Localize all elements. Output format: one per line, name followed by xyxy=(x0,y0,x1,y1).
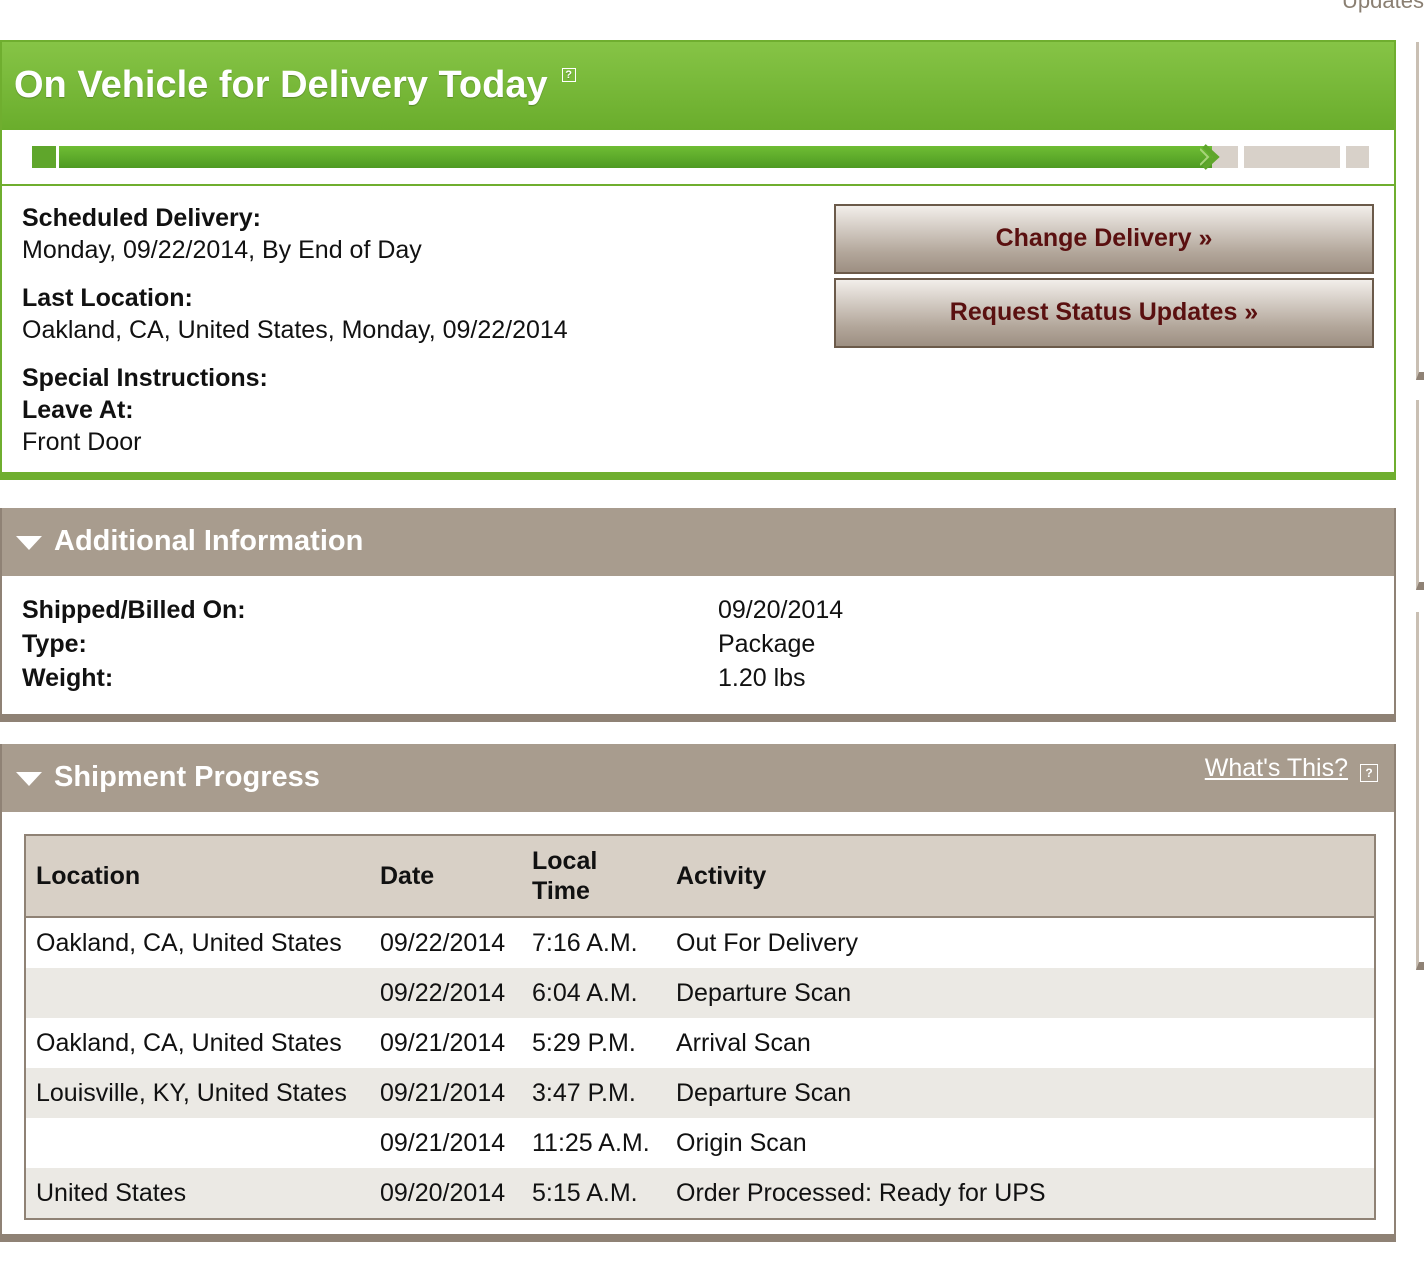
cell-location: Oakland, CA, United States xyxy=(36,928,342,957)
weight-value: 1.20 lbs xyxy=(718,664,806,692)
cell-date: 09/22/2014 xyxy=(380,928,506,957)
shipped-billed-value: 09/20/2014 xyxy=(718,596,844,624)
progress-divider xyxy=(1238,146,1244,168)
cell-time: 11:25 A.M. xyxy=(532,1128,650,1157)
request-status-updates-button[interactable]: Request Status Updates » xyxy=(834,278,1374,348)
progress-fill xyxy=(59,146,1212,168)
table-row: Oakland, CA, United States 09/21/2014 5:… xyxy=(26,1018,1374,1068)
leave-at-value: Front Door xyxy=(22,428,142,456)
collapse-triangle-icon[interactable] xyxy=(16,536,42,550)
cell-time: 3:47 P.M. xyxy=(522,1068,666,1118)
cell-activity: Departure Scan xyxy=(666,1068,1374,1118)
last-location-label: Last Location: xyxy=(22,284,193,312)
cell-time: 5:15 A.M. xyxy=(522,1168,666,1218)
table-header-row: Location Date Local Time Activity xyxy=(26,836,1374,918)
cell-date: 09/21/2014 xyxy=(380,1028,506,1057)
table-row: 09/22/2014 6:04 A.M. Departure Scan xyxy=(26,968,1374,1018)
cell-activity: Out For Delivery xyxy=(676,928,858,957)
help-icon[interactable]: ? xyxy=(1360,764,1378,782)
progress-track xyxy=(59,144,1369,170)
side-panel-edge xyxy=(1416,400,1424,590)
cell-location xyxy=(26,968,370,1018)
additional-information-header[interactable]: Additional Information xyxy=(2,508,1394,576)
column-header-date: Date xyxy=(370,836,522,918)
progress-bar xyxy=(2,130,1394,186)
side-panel-edge xyxy=(1416,42,1424,380)
help-icon[interactable]: ? xyxy=(561,68,576,82)
cell-date: 09/21/2014 xyxy=(380,1128,506,1157)
table-row: United States 09/20/2014 5:15 A.M. Order… xyxy=(26,1168,1374,1218)
cell-activity: Departure Scan xyxy=(666,968,1374,1018)
cell-activity: Order Processed: Ready for UPS xyxy=(666,1168,1374,1218)
column-header-local-time: Local Time xyxy=(522,836,666,918)
status-title: On Vehicle for Delivery Today? xyxy=(14,64,576,107)
status-title-text: On Vehicle for Delivery Today xyxy=(14,64,548,106)
progress-arrow-icon xyxy=(1199,144,1220,170)
cell-location: United States xyxy=(26,1168,370,1218)
scheduled-delivery-label: Scheduled Delivery: xyxy=(22,204,261,232)
additional-information-title: Additional Information xyxy=(54,525,364,557)
table-row: Oakland, CA, United States 09/22/2014 7:… xyxy=(26,917,1374,968)
special-instructions-label: Special Instructions: xyxy=(22,364,268,392)
cell-location: Oakland, CA, United States xyxy=(36,1028,342,1057)
cell-location xyxy=(26,1118,370,1168)
shipment-progress-table: Location Date Local Time Activity Oaklan… xyxy=(24,834,1376,1220)
local-time-header-text: Local Time xyxy=(532,847,598,905)
cell-time: 5:29 P.M. xyxy=(532,1028,636,1057)
cell-activity: Arrival Scan xyxy=(676,1028,811,1057)
scheduled-delivery-value: Monday, 09/22/2014, By End of Day xyxy=(22,236,422,264)
cell-time: 7:16 A.M. xyxy=(532,928,638,957)
status-header: On Vehicle for Delivery Today? xyxy=(2,42,1394,130)
updates-link-cut[interactable]: Updates xyxy=(1342,0,1424,14)
additional-information-panel: Additional Information Shipped/Billed On… xyxy=(0,508,1396,722)
cell-date: 09/22/2014 xyxy=(370,968,522,1018)
progress-start-segment xyxy=(32,146,56,168)
cell-date: 09/21/2014 xyxy=(370,1068,522,1118)
shipment-progress-header[interactable]: Shipment Progress What's This? ? xyxy=(2,744,1394,812)
whats-this-link[interactable]: What's This? xyxy=(1205,754,1348,783)
weight-label: Weight: xyxy=(22,664,114,692)
table-row: Louisville, KY, United States 09/21/2014… xyxy=(26,1068,1374,1118)
progress-divider xyxy=(1340,146,1346,168)
column-header-location: Location xyxy=(26,836,370,918)
change-delivery-button[interactable]: Change Delivery » xyxy=(834,204,1374,274)
cell-activity: Origin Scan xyxy=(676,1128,807,1157)
side-panel-edge xyxy=(1416,612,1424,970)
collapse-triangle-icon[interactable] xyxy=(16,772,42,786)
cell-time: 6:04 A.M. xyxy=(522,968,666,1018)
last-location-value: Oakland, CA, United States, Monday, 09/2… xyxy=(22,316,568,344)
column-header-activity: Activity xyxy=(666,836,1374,918)
shipped-billed-label: Shipped/Billed On: xyxy=(22,596,246,624)
cell-date: 09/20/2014 xyxy=(370,1168,522,1218)
type-label: Type: xyxy=(22,630,87,658)
shipment-progress-panel: Shipment Progress What's This? ? Locatio… xyxy=(0,744,1396,1242)
table-row: 09/21/2014 11:25 A.M. Origin Scan xyxy=(26,1118,1374,1168)
shipment-progress-title: Shipment Progress xyxy=(54,761,320,793)
leave-at-label: Leave At: xyxy=(22,396,134,424)
cell-location: Louisville, KY, United States xyxy=(26,1068,370,1118)
type-value: Package xyxy=(718,630,816,658)
